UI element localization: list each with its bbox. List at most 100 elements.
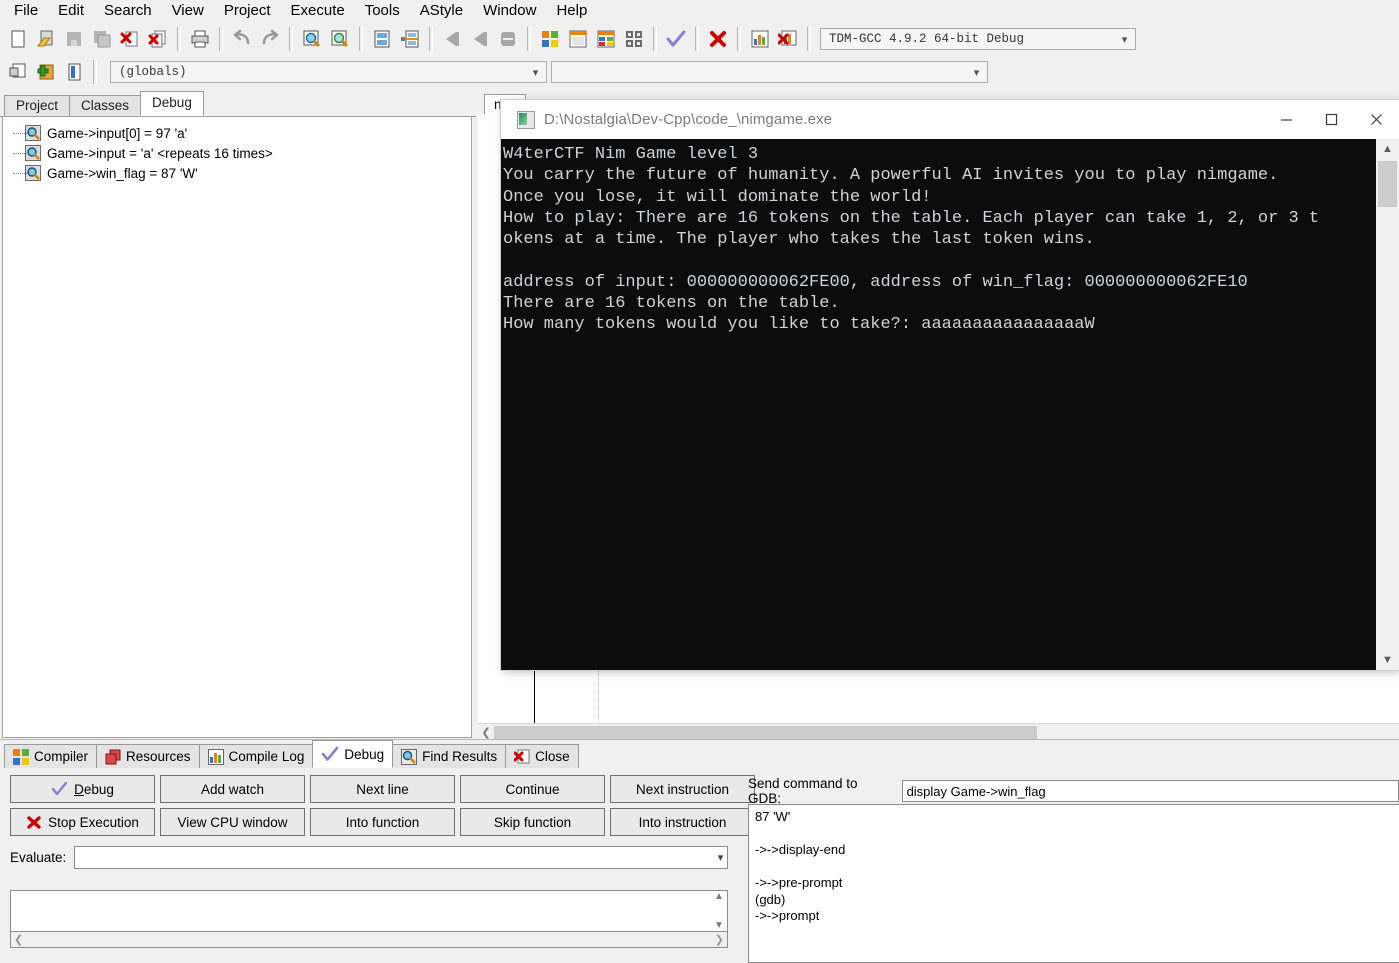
tab-compile-log[interactable]: Compile Log <box>198 744 314 768</box>
new-file-icon[interactable] <box>4 25 32 53</box>
scroll-thumb[interactable] <box>494 725 1037 739</box>
scroll-down-icon[interactable]: ▼ <box>714 920 724 931</box>
syntax-check-icon[interactable] <box>662 25 690 53</box>
next-line-button[interactable]: Next line <box>310 775 455 803</box>
compile-run-icon[interactable] <box>592 25 620 53</box>
scope-dropdown[interactable]: (globals) ▾ <box>110 61 547 83</box>
redo-icon[interactable] <box>256 25 284 53</box>
close-file-icon[interactable] <box>116 25 144 53</box>
menu-item-search[interactable]: Search <box>94 0 162 22</box>
save-all-icon[interactable] <box>88 25 116 53</box>
add-to-project-icon[interactable] <box>32 58 60 86</box>
tab-close-panel[interactable]: Close <box>505 744 579 768</box>
toggle-panel-icon[interactable] <box>494 25 522 53</box>
console-output-text: W4terCTF Nim Game level 3 You carry the … <box>503 145 1320 335</box>
open-file-icon[interactable] <box>32 25 60 53</box>
debug-check-icon <box>51 782 68 796</box>
evaluate-input[interactable]: ▾ <box>74 846 729 869</box>
gdb-output[interactable]: 87 'W' ->->display-end ->->pre-prompt (g… <box>748 804 1399 963</box>
tab-find-results[interactable]: Find Results <box>392 744 507 768</box>
scroll-up-icon[interactable]: ▲ <box>714 891 724 902</box>
toolbar-separator <box>737 27 741 51</box>
close-icon[interactable] <box>1354 100 1399 139</box>
menu-item-project[interactable]: Project <box>214 0 281 22</box>
tab-debug[interactable]: Debug <box>140 91 204 116</box>
scroll-right-icon[interactable]: ❯ <box>715 933 724 946</box>
tab-debug-panel[interactable]: Debug <box>312 740 394 768</box>
console-window[interactable]: D:\Nostalgia\Dev-Cpp\code_\nimgame.exe W… <box>501 100 1399 670</box>
toolbar-separator <box>653 27 657 51</box>
back-icon[interactable] <box>438 25 466 53</box>
delete-profile-icon[interactable] <box>774 25 802 53</box>
compile-icon[interactable] <box>536 25 564 53</box>
compile-log-icon <box>207 748 224 765</box>
evaluate-horizontal-scrollbar[interactable]: ❮ ❯ <box>10 932 728 948</box>
close-all-icon[interactable] <box>144 25 172 53</box>
gdb-command-row: Send command to GDB: display Game->win_f… <box>748 776 1399 806</box>
continue-button[interactable]: Continue <box>460 775 605 803</box>
skip-function-button[interactable]: Skip function <box>460 808 605 836</box>
menu-item-window[interactable]: Window <box>473 0 546 22</box>
tab-label: Close <box>535 749 570 764</box>
print-icon[interactable] <box>186 25 214 53</box>
menu-item-file[interactable]: File <box>4 0 48 22</box>
into-instruction-button[interactable]: Into instruction <box>610 808 755 836</box>
profile-icon[interactable] <box>746 25 774 53</box>
add-watch-button[interactable]: Add watch <box>160 775 305 803</box>
editor-horizontal-scrollbar[interactable]: ❮ <box>478 723 1399 740</box>
scroll-left-icon[interactable]: ❮ <box>14 933 23 946</box>
watch-list[interactable]: Game->input[0] = 97 'a' Game->input = 'a… <box>2 116 472 738</box>
chevron-down-icon: ▾ <box>1121 33 1128 46</box>
scroll-left-icon[interactable]: ❮ <box>478 726 494 739</box>
watch-item[interactable]: Game->input[0] = 97 'a' <box>3 123 471 143</box>
scroll-track[interactable] <box>494 724 1399 740</box>
view-cpu-window-button[interactable]: View CPU window <box>160 808 305 836</box>
tab-classes[interactable]: Classes <box>69 95 142 116</box>
save-file-icon[interactable] <box>60 25 88 53</box>
menu-item-edit[interactable]: Edit <box>48 0 94 22</box>
into-function-button[interactable]: Into function <box>310 808 455 836</box>
tab-resources[interactable]: Resources <box>96 744 200 768</box>
maximize-icon[interactable] <box>1309 100 1354 139</box>
console-vertical-scrollbar[interactable]: ▲ ▼ <box>1375 139 1399 670</box>
next-instruction-button[interactable]: Next instruction <box>610 775 755 803</box>
project-options-icon[interactable] <box>60 58 88 86</box>
member-dropdown[interactable]: ▾ <box>551 61 988 83</box>
undo-icon[interactable] <box>228 25 256 53</box>
compiler-set-dropdown[interactable]: TDM-GCC 4.9.2 64-bit Debug ▾ <box>820 28 1136 50</box>
scroll-thumb[interactable] <box>1378 161 1397 207</box>
watch-item[interactable]: Game->win_flag = 87 'W' <box>3 163 471 183</box>
toolbar-separator <box>807 27 811 51</box>
evaluate-output[interactable]: ▲ ▼ <box>10 890 728 932</box>
find-next-icon[interactable] <box>326 25 354 53</box>
gdb-command-label: Send command to GDB: <box>748 776 858 806</box>
watch-item-text: Game->input = 'a' <repeats 16 times> <box>47 145 273 161</box>
menu-item-help[interactable]: Help <box>546 0 597 22</box>
rebuild-all-icon[interactable] <box>620 25 648 53</box>
console-output-area[interactable]: W4terCTF Nim Game level 3 You carry the … <box>501 139 1399 670</box>
stop-execution-icon[interactable] <box>704 25 732 53</box>
console-title-bar[interactable]: D:\Nostalgia\Dev-Cpp\code_\nimgame.exe <box>501 100 1399 139</box>
minimize-icon[interactable] <box>1264 100 1309 139</box>
toggle-bookmark-icon[interactable] <box>396 25 424 53</box>
new-project-icon[interactable] <box>4 58 32 86</box>
debug-button[interactable]: Debug <box>10 775 155 803</box>
gdb-command-input[interactable]: display Game->win_flag <box>901 780 1399 802</box>
chevron-down-icon: ▾ <box>717 852 724 864</box>
tab-project[interactable]: Project <box>4 95 71 116</box>
evaluate-vertical-scrollbar[interactable]: ▲ ▼ <box>711 891 727 931</box>
stop-execution-button[interactable]: Stop Execution <box>10 808 155 836</box>
run-icon[interactable] <box>564 25 592 53</box>
console-title-text: D:\Nostalgia\Dev-Cpp\code_\nimgame.exe <box>544 111 833 128</box>
goto-line-icon[interactable] <box>368 25 396 53</box>
menu-item-astyle[interactable]: AStyle <box>410 0 473 22</box>
menu-item-tools[interactable]: Tools <box>355 0 410 22</box>
scroll-up-icon[interactable]: ▲ <box>1376 139 1399 159</box>
menu-item-execute[interactable]: Execute <box>281 0 355 22</box>
tab-compiler[interactable]: Compiler <box>4 744 98 768</box>
forward-icon[interactable] <box>466 25 494 53</box>
scroll-down-icon[interactable]: ▼ <box>1376 650 1399 670</box>
find-icon[interactable] <box>298 25 326 53</box>
menu-item-view[interactable]: View <box>162 0 214 22</box>
watch-item[interactable]: Game->input = 'a' <repeats 16 times> <box>3 143 471 163</box>
